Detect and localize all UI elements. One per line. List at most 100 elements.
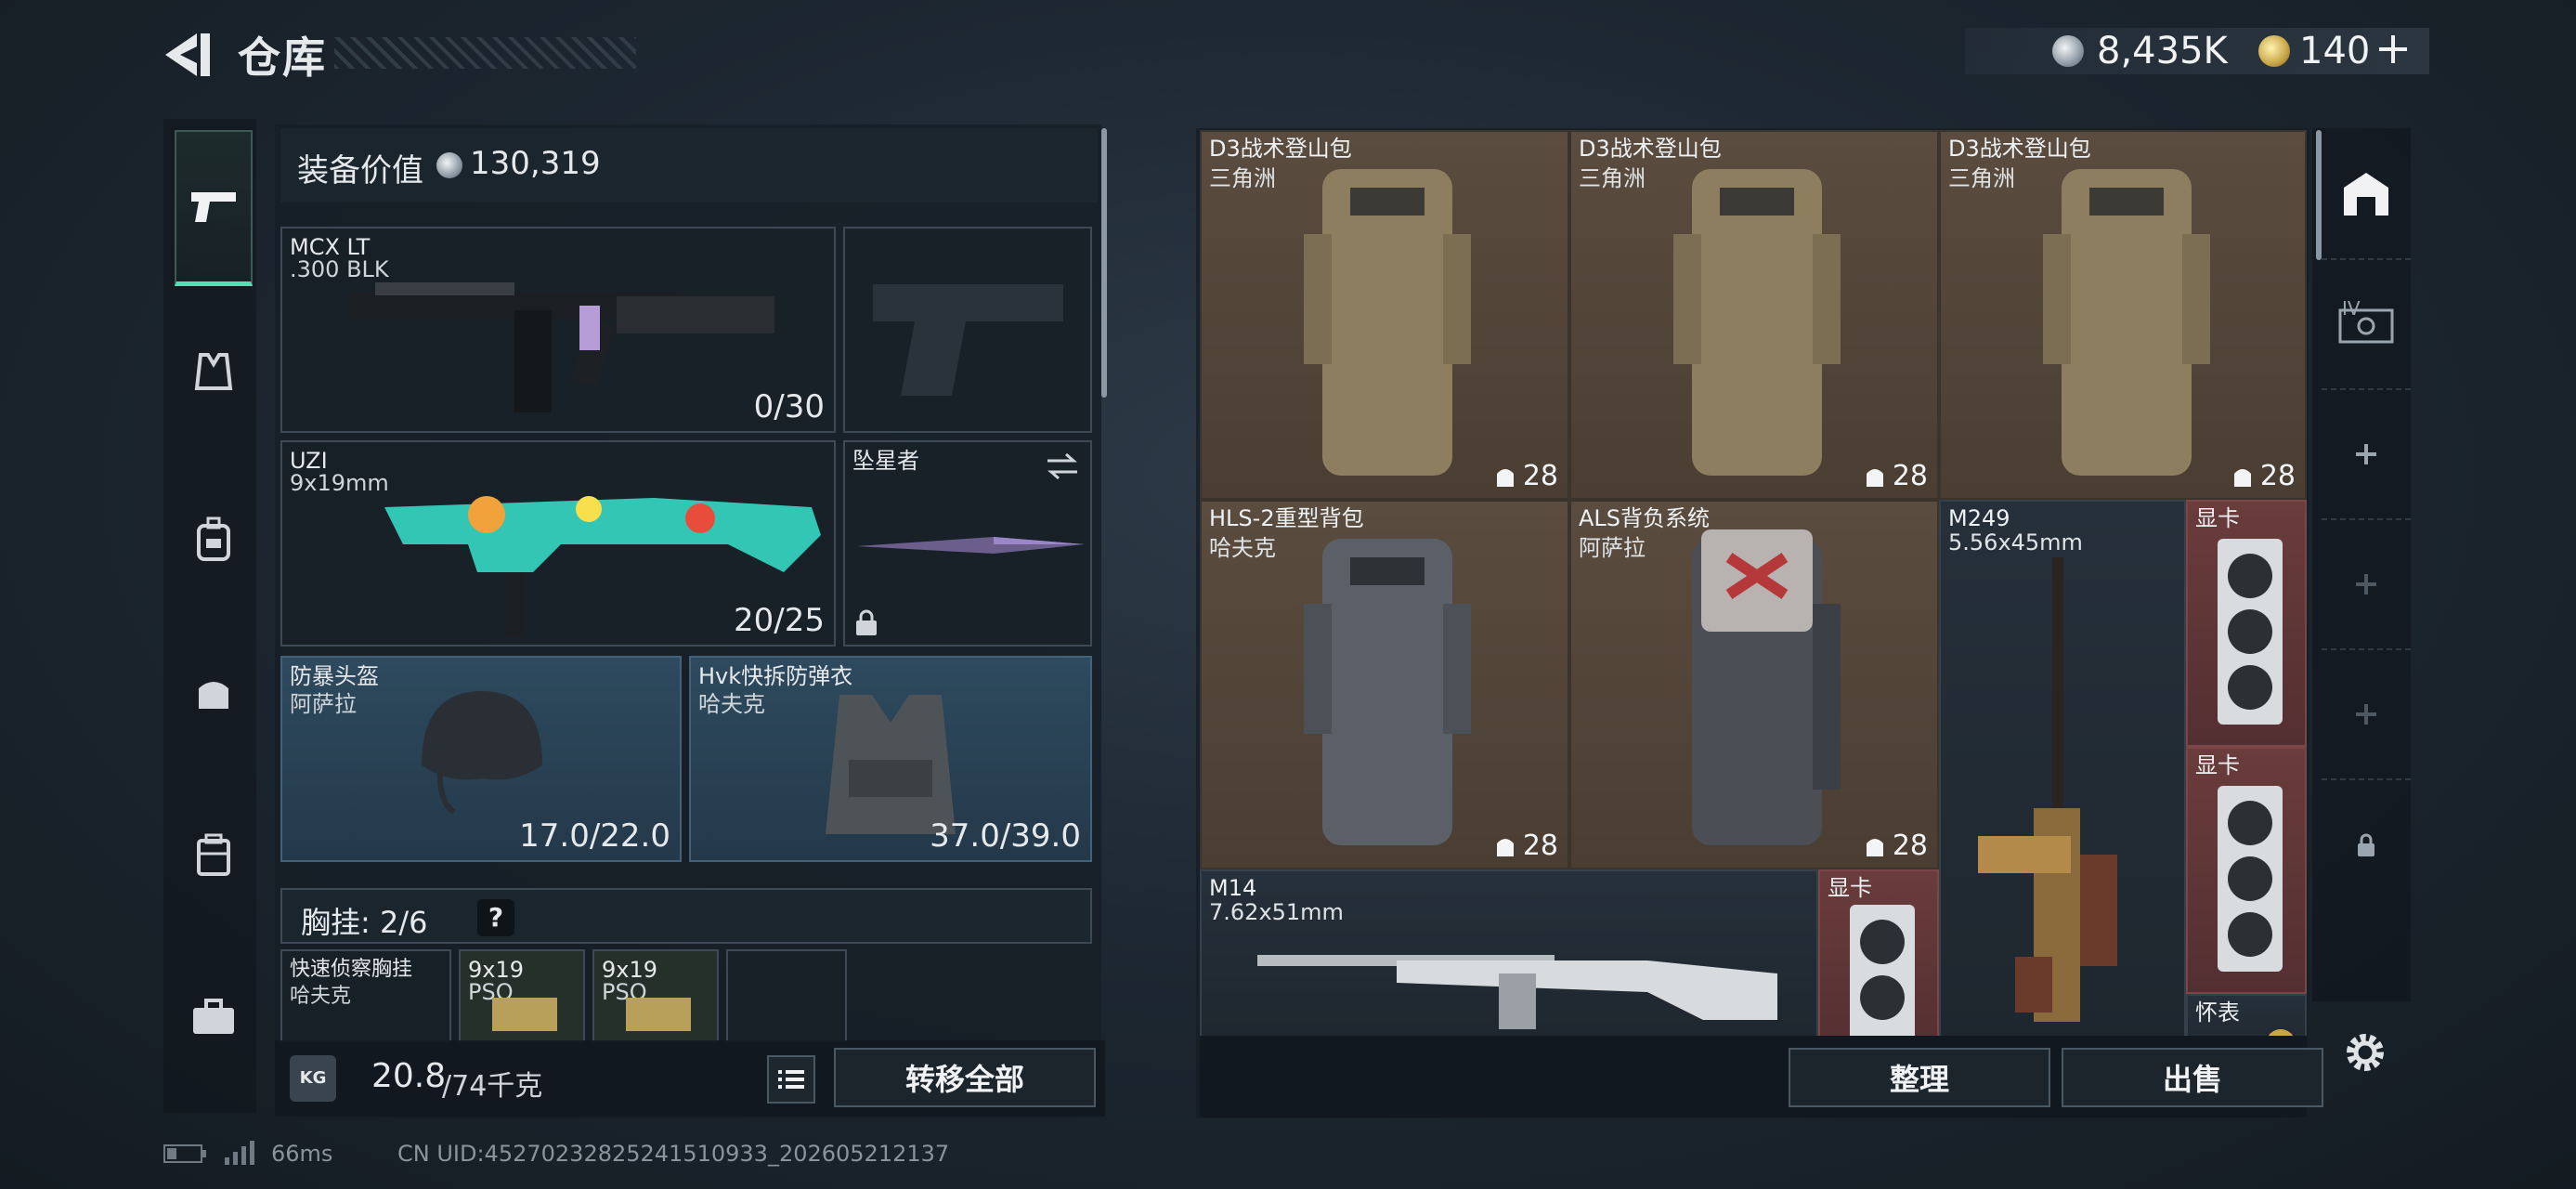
ticket-balance: 140 (2299, 30, 2371, 72)
item-name: M14 (1209, 875, 1257, 901)
helmet-icon (422, 691, 542, 815)
armor-origin: 哈夫克 (698, 691, 765, 717)
capacity-value: 28 (1892, 830, 1928, 862)
primary-weapon-slot[interactable]: MCX LT .300 BLK 0/30 (280, 227, 836, 433)
lock-icon (2358, 833, 2374, 856)
item-name: M249 (1948, 505, 2010, 531)
rig-item-origin: 哈夫克 (290, 985, 352, 1008)
item-name: 怀表 (2195, 1000, 2240, 1026)
page-title: 仓库 (238, 33, 327, 83)
rifle-icon (347, 282, 774, 412)
sidebar-item-case[interactable] (176, 817, 251, 892)
add-currency-plus-icon[interactable] (2377, 33, 2409, 69)
item-capacity: 28 (1493, 460, 1558, 492)
ammo-box-icon (492, 998, 557, 1031)
warehouse-icon (2344, 173, 2388, 216)
storage-item-backpack[interactable]: D3战术登山包 三角洲 28 (1939, 130, 2307, 500)
item-capacity: 28 (1863, 460, 1928, 492)
title-decoration (334, 37, 636, 69)
equipment-value: 130,319 (470, 145, 601, 182)
storage-item-gpu[interactable]: 显卡 (2186, 500, 2307, 747)
uid-text: CN UID:45270232825241510933_202605212137 (397, 1141, 950, 1167)
loadout-scrollbar[interactable] (1101, 128, 1107, 398)
item-origin: 阿萨拉 (1579, 535, 1646, 561)
storage-item-m249[interactable]: M249 5.56x45mm (1939, 500, 2186, 1036)
storage-item-gpu[interactable]: 显卡 (2186, 747, 2307, 994)
capacity-icon (1496, 468, 1514, 487)
capacity-icon (2233, 468, 2251, 487)
item-caliber: 7.62x51mm (1209, 899, 1344, 925)
helmet-slot[interactable]: 防暴头盔 阿萨拉 17.0/22.0 (280, 656, 682, 862)
sidearm-slot-empty[interactable] (843, 227, 1092, 433)
storage-item-backpack[interactable]: HLS-2重型背包 哈夫克 28 (1200, 500, 1569, 869)
ammo-box-item[interactable]: 9x19 PSO (459, 949, 585, 1042)
storage-item-m14[interactable]: M14 7.62x51mm (1200, 869, 1818, 1036)
capacity-icon (1866, 468, 1883, 487)
backpack-icon (2043, 169, 2210, 476)
ammo-count: 0/30 (753, 388, 825, 425)
chest-rig-header: 胸挂: 2/6 ? (280, 888, 1092, 944)
weight-icon: KG (290, 1055, 336, 1102)
list-view-button[interactable] (767, 1055, 815, 1104)
help-icon[interactable]: ? (477, 899, 514, 936)
melee-slot[interactable]: 坠星者 (843, 440, 1092, 647)
storage-item-backpack[interactable]: ALS背负系统 阿萨拉 28 (1569, 500, 1939, 869)
sidebar-item-toolbox[interactable] (176, 980, 251, 1054)
ammo-box-icon (626, 998, 691, 1031)
helmet-origin: 阿萨拉 (290, 691, 357, 717)
item-caliber: 5.56x45mm (1948, 529, 2083, 555)
chest-rig-empty-slot[interactable] (726, 949, 847, 1042)
item-capacity: 28 (1863, 830, 1928, 862)
chest-rig-item[interactable]: 快速侦察胸挂 哈夫克 (280, 949, 451, 1042)
max-weight: /74千克 (442, 1070, 543, 1103)
sell-button[interactable]: 出售 (2062, 1048, 2323, 1107)
body-armor-slot[interactable]: Hvk快拆防弹衣 哈夫克 37.0/39.0 (689, 656, 1092, 862)
storage-tab-main[interactable] (2322, 130, 2411, 260)
tier-label: IV (2342, 297, 2361, 320)
sidebar-item-armor[interactable] (176, 334, 251, 409)
item-capacity: 28 (2231, 460, 2296, 492)
melee-name: 坠星者 (852, 448, 919, 474)
storage-tab-add-locked (2322, 650, 2411, 780)
rifle-icon (1257, 955, 1777, 1029)
item-name: 显卡 (2195, 752, 2240, 778)
item-origin: 哈夫克 (1209, 535, 1276, 561)
capacity-value: 28 (1522, 830, 1558, 862)
ticket-icon (2258, 35, 2290, 67)
back-arrow-icon[interactable] (158, 28, 215, 82)
swap-icon[interactable] (1044, 451, 1081, 481)
secondary-weapon-slot[interactable]: UZI 9x19mm 20/25 (280, 440, 836, 647)
knife-icon (856, 537, 1085, 554)
pistol-icon (191, 191, 236, 222)
sidebar-item-bag[interactable] (176, 655, 251, 729)
sidebar-item-backpack[interactable] (176, 502, 251, 576)
storage-tab-safebox[interactable]: IV (2322, 260, 2411, 390)
armor-durability: 37.0/39.0 (930, 817, 1081, 855)
item-name: 显卡 (2195, 505, 2240, 531)
coin-icon (436, 152, 462, 178)
weapon-caliber: 9x19mm (290, 470, 389, 496)
coin-balance: 8,435K (2097, 30, 2228, 72)
storage-grid: D3战术登山包 三角洲 28 D3战术登山包 三角洲 28 D3战术登山包 三角… (1200, 130, 2307, 1036)
sort-button[interactable]: 整理 (1789, 1048, 2050, 1107)
helmet-durability: 17.0/22.0 (519, 817, 670, 855)
settings-gear-icon[interactable] (2342, 1029, 2388, 1076)
ammo-count: 20/25 (734, 602, 825, 639)
plus-icon (2356, 574, 2376, 594)
storage-item-backpack[interactable]: D3战术登山包 三角洲 28 (1200, 130, 1569, 500)
list-icon (778, 1070, 804, 1089)
transfer-all-button[interactable]: 转移全部 (834, 1048, 1096, 1107)
storage-tab-locked (2322, 780, 2411, 910)
capacity-value: 28 (1892, 460, 1928, 492)
capacity-value: 28 (1522, 460, 1558, 492)
storage-item-pocket-watch[interactable]: 怀表 (2186, 994, 2307, 1036)
sidebar-item-weapons[interactable] (175, 130, 253, 286)
storage-item-backpack[interactable]: D3战术登山包 三角洲 28 (1569, 130, 1939, 500)
storage-item-gpu[interactable]: 显卡 (1818, 869, 1939, 1036)
currency-bar: 8,435K 140 (1965, 28, 2429, 74)
backpack-icon (1692, 529, 1841, 845)
storage-tab-add[interactable] (2322, 390, 2411, 520)
item-origin: 三角洲 (1209, 165, 1276, 191)
backpack-icon (197, 516, 230, 561)
ammo-box-item[interactable]: 9x19 PSO (592, 949, 719, 1042)
